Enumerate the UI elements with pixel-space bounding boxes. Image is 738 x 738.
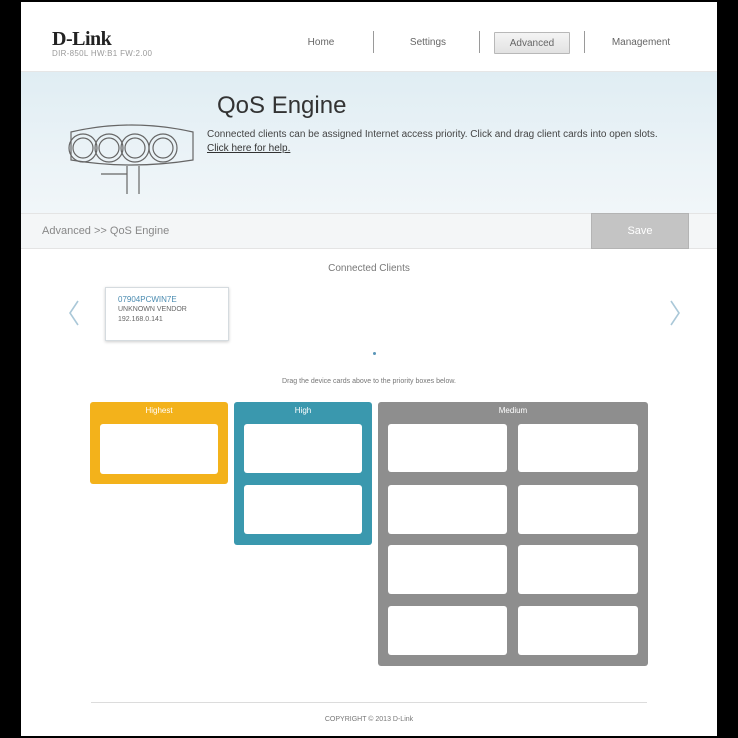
priority-slot[interactable]: [388, 485, 507, 534]
header: D-Link DIR-850L HW:B1 FW:2.00 Home Setti…: [21, 2, 717, 72]
router-illustration-icon: [68, 124, 194, 194]
priority-slot[interactable]: [388, 545, 507, 594]
footer-divider: [91, 702, 647, 703]
priority-slot[interactable]: [388, 424, 507, 472]
nav-advanced[interactable]: Advanced: [494, 32, 570, 54]
nav-home[interactable]: Home: [291, 32, 351, 54]
nav-divider: [584, 31, 585, 53]
nav-divider: [373, 31, 374, 53]
priority-slot[interactable]: [244, 424, 362, 473]
page: D-Link DIR-850L HW:B1 FW:2.00 Home Setti…: [21, 2, 717, 736]
priority-slot[interactable]: [518, 485, 638, 534]
copyright: COPYRIGHT © 2013 D-Link: [324, 716, 414, 723]
priority-box-highest: Highest: [90, 402, 228, 484]
client-name: 07904PCWIN7E: [118, 295, 177, 304]
priority-slot[interactable]: [518, 424, 638, 472]
priority-slot[interactable]: [244, 485, 362, 534]
help-link[interactable]: Click here for help.: [207, 143, 290, 154]
priority-slot[interactable]: [388, 606, 507, 655]
page-title: QoS Engine: [217, 92, 347, 119]
brand-logo[interactable]: D-Link: [52, 28, 112, 51]
priority-box-high: High: [234, 402, 372, 545]
drag-hint: Drag the device cards above to the prior…: [282, 378, 456, 385]
client-card[interactable]: 07904PCWIN7E UNKNOWN VENDOR 192.168.0.14…: [105, 287, 229, 341]
client-vendor: UNKNOWN VENDOR: [118, 306, 187, 313]
next-arrow-icon[interactable]: [668, 298, 682, 328]
breadcrumb-bar: Advanced >> QoS Engine Save: [21, 213, 717, 249]
connected-clients-title: Connected Clients: [328, 263, 410, 274]
priority-box-medium: Medium: [378, 402, 648, 666]
prev-arrow-icon[interactable]: [67, 298, 81, 328]
client-ip: 192.168.0.141: [118, 316, 163, 323]
nav-management[interactable]: Management: [596, 32, 686, 54]
priority-label-high: High: [294, 406, 312, 415]
page-banner: QoS Engine Connected clients can be assi…: [21, 72, 717, 213]
save-button[interactable]: Save: [591, 213, 689, 249]
model-info: DIR-850L HW:B1 FW:2.00: [52, 49, 153, 58]
page-description: Connected clients can be assigned Intern…: [207, 129, 658, 140]
pager-dot[interactable]: [373, 352, 376, 355]
nav-settings[interactable]: Settings: [393, 32, 463, 54]
priority-slot[interactable]: [518, 545, 638, 594]
priority-slot[interactable]: [518, 606, 638, 655]
nav-divider: [479, 31, 480, 53]
priority-slot[interactable]: [100, 424, 218, 474]
breadcrumb: Advanced >> QoS Engine: [42, 225, 170, 237]
priority-label-medium: Medium: [498, 406, 528, 415]
priority-label-highest: Highest: [145, 406, 173, 415]
